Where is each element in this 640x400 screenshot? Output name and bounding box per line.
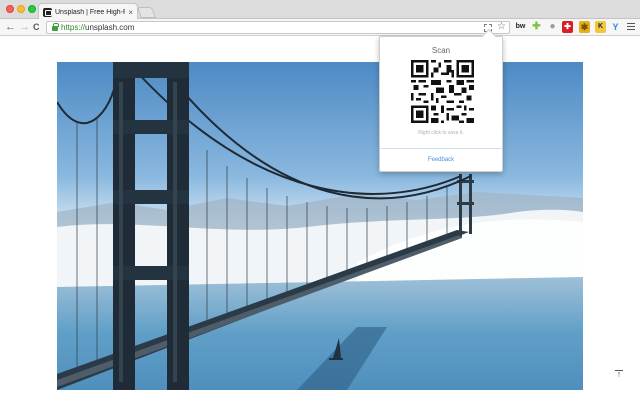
- hero-photo: [57, 62, 583, 390]
- qr-code-popup: Scan Right click to save it. Feedback: [379, 28, 503, 172]
- popup-divider: [380, 148, 502, 149]
- red-cross-extension-icon[interactable]: ✚: [562, 21, 573, 33]
- tab-unsplash[interactable]: Unsplash | Free High-Resolution Photos ×: [38, 3, 138, 20]
- address-bar[interactable]: https://unsplash.com ☆: [46, 21, 510, 34]
- star-extension-icon[interactable]: ✱: [579, 21, 590, 33]
- back-to-top-button[interactable]: ↑: [613, 370, 625, 382]
- back-button[interactable]: ←: [5, 21, 16, 33]
- golden-gate-bridge-image: [57, 62, 583, 390]
- url-text[interactable]: https://unsplash.com: [61, 23, 134, 33]
- circle-extension-icon[interactable]: ●: [547, 21, 558, 33]
- reload-button[interactable]: C: [33, 21, 40, 33]
- qr-code-image[interactable]: [411, 60, 474, 123]
- tab-title: Unsplash | Free High-Resolution Photos: [55, 8, 125, 16]
- close-window-button[interactable]: [6, 5, 14, 13]
- popup-hint: Right click to save it.: [418, 130, 464, 136]
- tab-strip: Unsplash | Free High-Resolution Photos ×: [0, 0, 640, 20]
- bw-extension-icon[interactable]: bw: [515, 21, 526, 33]
- url-host: unsplash.com: [85, 23, 135, 32]
- url-scheme: https://: [61, 23, 86, 32]
- feedback-link[interactable]: Feedback: [380, 157, 502, 163]
- bookmark-star-icon[interactable]: ☆: [497, 21, 506, 32]
- k-extension-icon[interactable]: K: [595, 21, 606, 33]
- new-tab-button[interactable]: [136, 7, 157, 18]
- tab-close-icon[interactable]: ×: [128, 8, 133, 17]
- camera-icon: [43, 7, 52, 17]
- browser-toolbar: ← → C https://unsplash.com ☆ bw ✚ ● ✚ ✱ …: [0, 19, 640, 36]
- lock-icon: [52, 23, 59, 31]
- popup-title: Scan: [431, 46, 451, 55]
- hamburger-menu-icon[interactable]: [627, 23, 635, 32]
- zoom-window-button[interactable]: [28, 5, 36, 13]
- v-extension-icon[interactable]: Y: [610, 21, 621, 33]
- minimize-window-button[interactable]: [17, 5, 25, 13]
- android-extension-icon[interactable]: ✚: [531, 21, 542, 33]
- forward-button[interactable]: →: [19, 21, 30, 33]
